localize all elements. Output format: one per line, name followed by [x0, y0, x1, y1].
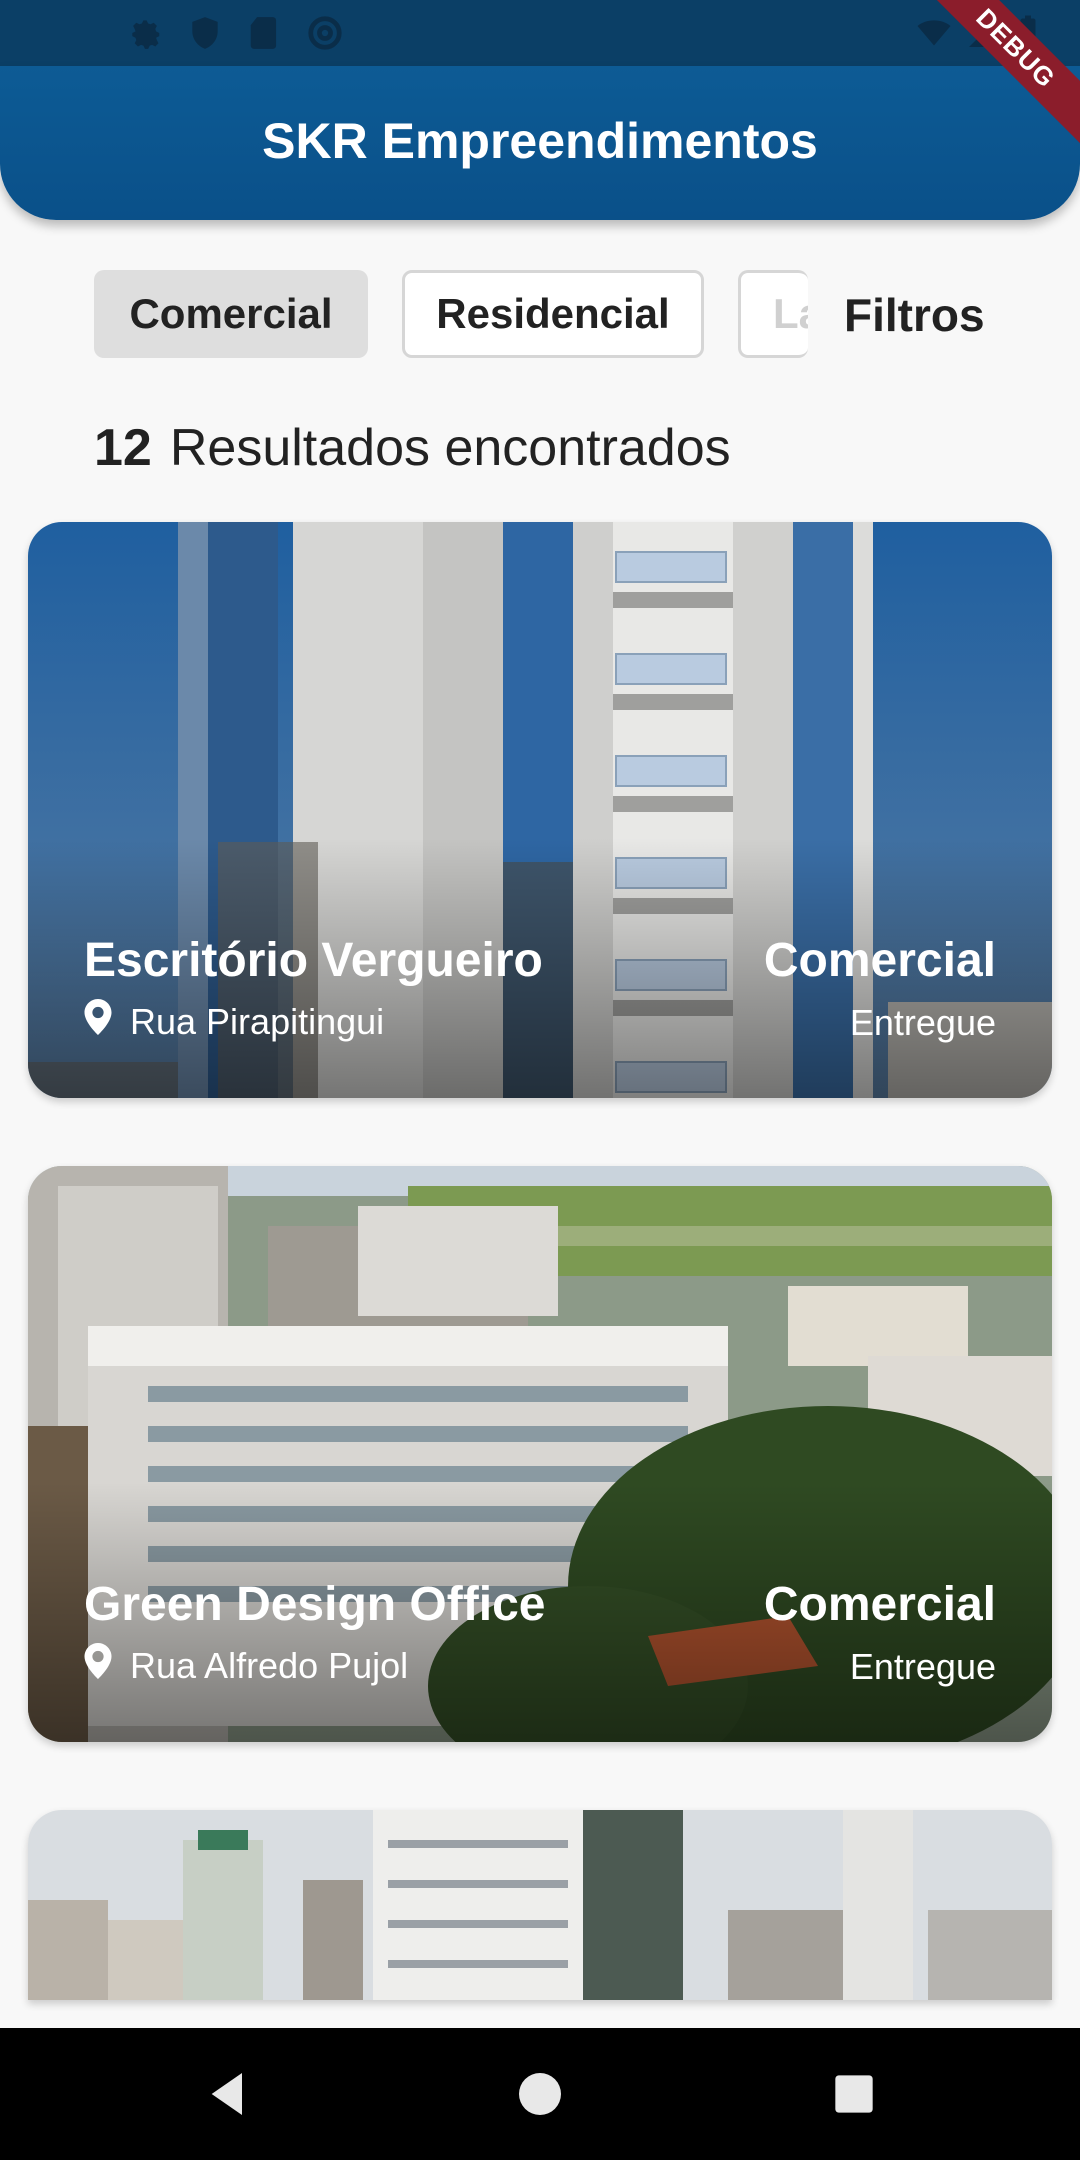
location-pin-icon: [84, 999, 112, 1044]
system-nav-bar: [0, 2028, 1080, 2160]
filter-chip-comercial[interactable]: Comercial: [94, 270, 368, 358]
property-card[interactable]: [28, 1810, 1052, 2000]
sd-card-icon: [246, 14, 284, 52]
property-type: Comercial: [763, 934, 996, 987]
results-count: 12: [94, 419, 152, 477]
property-status: Entregue: [849, 1002, 996, 1043]
property-address-text: Rua Pirapitingui: [130, 1000, 385, 1042]
gear-icon: [126, 14, 164, 52]
property-address: Rua Pirapitingui: [84, 999, 384, 1044]
at-sign-icon: [306, 14, 344, 52]
app-title: SKR Empreendimentos: [262, 113, 818, 169]
property-photo: [28, 1810, 1052, 2000]
results-label: Resultados encontrados: [169, 419, 731, 477]
filter-chip-partial[interactable]: La: [738, 270, 808, 358]
shield-icon: [186, 14, 224, 52]
property-address-text: Rua Alfredo Pujol: [130, 1644, 409, 1686]
filter-chip-residencial[interactable]: Residencial: [402, 270, 704, 358]
filters-button[interactable]: Filtros: [844, 288, 985, 342]
property-name: Escritório Vergueiro: [84, 934, 543, 987]
app-bar: SKR Empreendimentos: [0, 66, 1080, 220]
wifi-icon: [916, 14, 952, 55]
status-bar: [0, 0, 1080, 66]
filter-chip-row: Comercial Residencial La Filtros: [94, 270, 994, 358]
recents-icon[interactable]: [826, 2066, 882, 2122]
property-name: Green Design Office: [84, 1578, 546, 1631]
status-bar-left-icons: [126, 14, 344, 52]
back-icon[interactable]: [200, 2066, 256, 2122]
property-card[interactable]: Escritório Vergueiro Rua Pirapitingui Co…: [28, 522, 1052, 1098]
property-card[interactable]: Green Design Office Rua Alfredo Pujol Co…: [28, 1166, 1052, 1742]
results-summary: 12 Resultados encontrados: [94, 418, 731, 478]
property-type: Comercial: [763, 1578, 996, 1631]
property-status: Entregue: [849, 1646, 996, 1687]
property-address: Rua Alfredo Pujol: [84, 1643, 408, 1688]
home-icon[interactable]: [512, 2066, 568, 2122]
location-pin-icon: [84, 1643, 112, 1688]
